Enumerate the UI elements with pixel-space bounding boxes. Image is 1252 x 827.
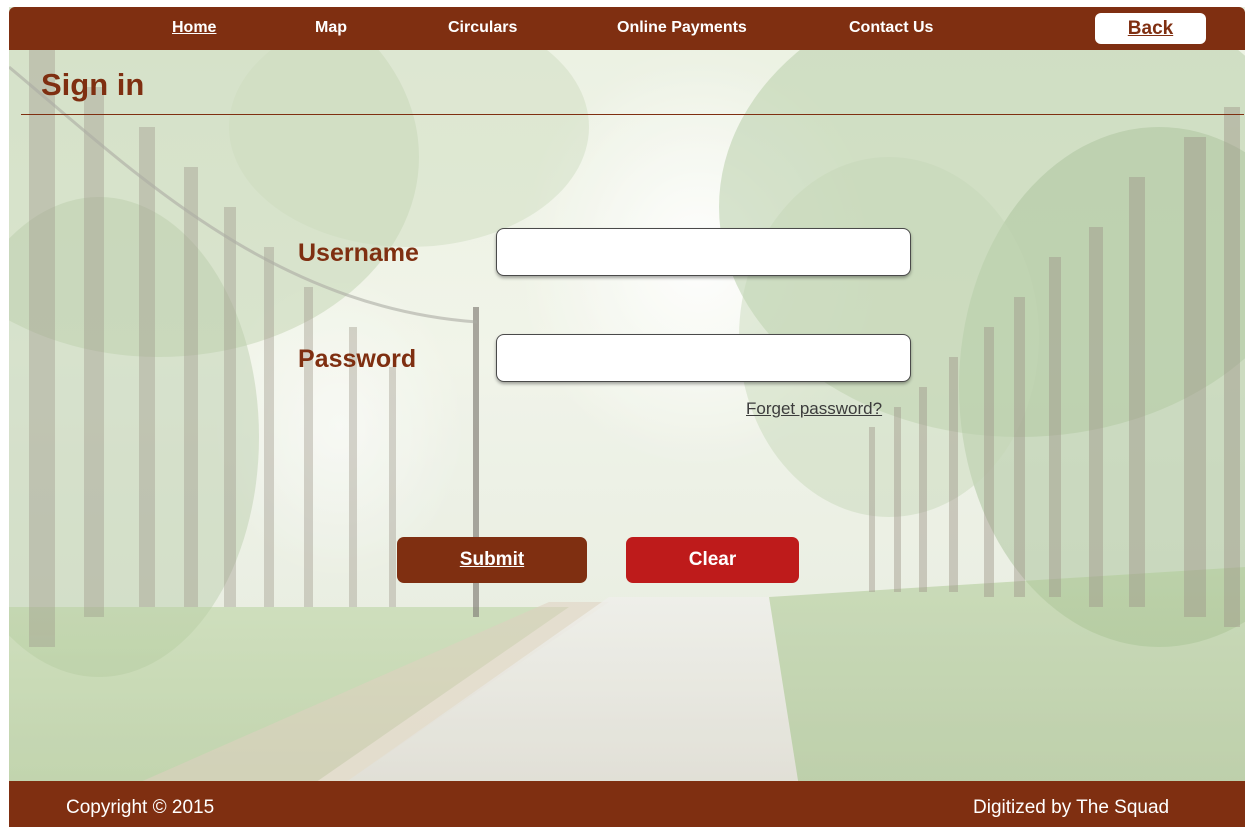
clear-button[interactable]: Clear [626, 537, 799, 583]
background-image [9, 7, 1245, 787]
password-label: Password [298, 345, 417, 373]
nav-home[interactable]: Home [172, 19, 216, 37]
top-nav: Home Map Circulars Online Payments Conta… [9, 7, 1245, 50]
footer: Copyright © 2015 Digitized by The Squad [9, 781, 1245, 827]
username-label: Username [298, 239, 419, 267]
nav-contact-us[interactable]: Contact Us [849, 19, 933, 37]
back-button[interactable]: Back [1095, 13, 1206, 44]
background-overlay [9, 7, 1245, 787]
nav-online-payments[interactable]: Online Payments [617, 19, 747, 37]
password-input[interactable] [496, 334, 911, 382]
nav-map[interactable]: Map [315, 19, 347, 37]
nav-circulars[interactable]: Circulars [448, 19, 517, 37]
title-divider [21, 114, 1244, 115]
submit-button[interactable]: Submit [397, 537, 587, 583]
credit-text: Digitized by The Squad [973, 797, 1170, 818]
username-input[interactable] [496, 228, 911, 276]
forgot-password-link[interactable]: Forget password? [746, 399, 882, 419]
page-title: Sign in [41, 67, 145, 102]
page-frame: Home Map Circulars Online Payments Conta… [9, 7, 1245, 827]
copyright-text: Copyright © 2015 [66, 797, 215, 818]
